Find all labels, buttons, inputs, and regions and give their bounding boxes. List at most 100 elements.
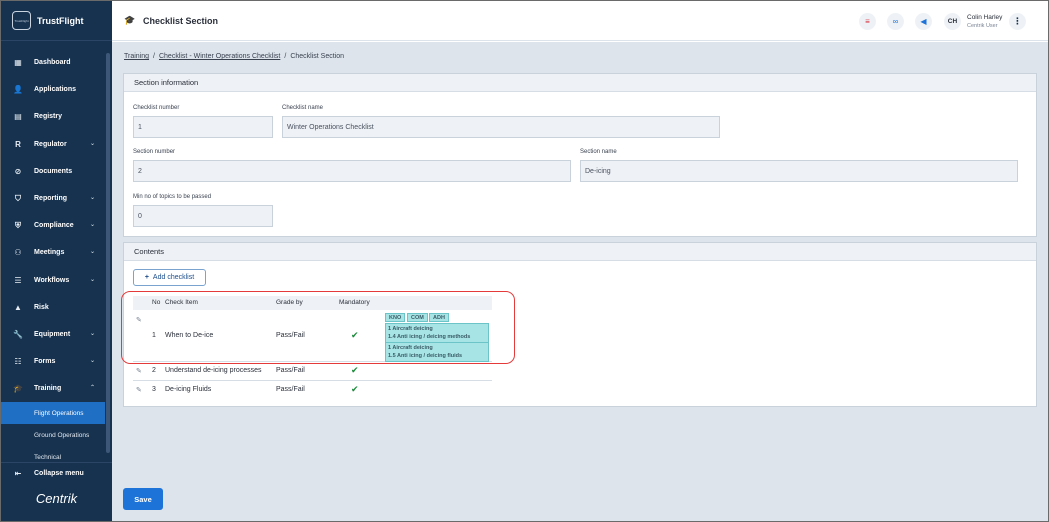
row-grade-by: Pass/Fail bbox=[276, 386, 305, 393]
dashboard-icon: ▦ bbox=[14, 58, 22, 68]
sidebar-item-equipment[interactable]: 🔧 Equipment ⌄ bbox=[1, 321, 105, 348]
row-no: 2 bbox=[152, 367, 156, 374]
user-icon: 👤 bbox=[13, 85, 23, 95]
section-information-card: Section information Checklist number 1 C… bbox=[123, 73, 1037, 237]
checklist-name-field[interactable]: Winter Operations Checklist bbox=[282, 116, 720, 138]
sidebar-subitem-ground-operations[interactable]: Ground Operations bbox=[1, 424, 105, 446]
shield-check-icon: ⛨ bbox=[15, 220, 21, 230]
breadcrumb-current: Checklist Section bbox=[290, 53, 345, 60]
chevron-down-icon: ⌄ bbox=[89, 249, 95, 256]
sidebar-item-dashboard[interactable]: ▦ Dashboard bbox=[1, 49, 105, 76]
competency-group: 1 Aircraft deicing 1.4 Anti icing / deic… bbox=[385, 323, 489, 343]
chevron-down-icon: ⌄ bbox=[89, 194, 95, 201]
avatar[interactable]: CH bbox=[944, 13, 961, 30]
centrik-logo: Centrik bbox=[35, 491, 78, 506]
sidebar-item-forms[interactable]: ☷ Forms ⌄ bbox=[1, 348, 105, 375]
row-grade-by: Pass/Fail bbox=[276, 332, 305, 339]
table-row[interactable]: ✎ 3 De-icing Fluids Pass/Fail ✔ bbox=[133, 381, 492, 400]
sidebar-item-risk[interactable]: ▲ Risk bbox=[1, 294, 105, 321]
nav-menu: ▦ Dashboard 👤 Applications ▤ Registry R Regu… bbox=[1, 49, 105, 468]
brand-name: TrustFlight bbox=[37, 15, 84, 26]
sidebar-item-training[interactable]: 🎓 Training ⌃ bbox=[1, 375, 105, 402]
row-no: 1 bbox=[152, 332, 156, 339]
graduation-cap-icon: 🎓 bbox=[124, 15, 136, 25]
min-topics-field[interactable]: 0 bbox=[133, 205, 273, 227]
sidebar-item-reporting[interactable]: ⛉ Reporting ⌄ bbox=[1, 185, 105, 212]
sidebar-item-workflows[interactable]: ☰ Workflows ⌄ bbox=[1, 267, 105, 294]
sidebar-item-registry[interactable]: ▤ Registry bbox=[1, 103, 105, 130]
sidebar-item-documents[interactable]: ⊘ Documents bbox=[1, 158, 105, 185]
check-icon: ✔ bbox=[351, 330, 359, 340]
row-grade-by: Pass/Fail bbox=[276, 367, 305, 374]
shield-icon: ⛉ bbox=[15, 193, 21, 203]
sidebar-item-applications[interactable]: 👤 Applications bbox=[1, 76, 105, 103]
row-check-item: When to De-ice bbox=[165, 332, 214, 339]
forms-icon: ☷ bbox=[14, 357, 22, 367]
contents-card: Contents + Add checklist No Check Item Gr… bbox=[123, 242, 1037, 407]
save-button[interactable]: Save bbox=[123, 488, 163, 510]
check-icon: ✔ bbox=[351, 365, 359, 375]
chevron-down-icon: ⌄ bbox=[89, 330, 95, 337]
chevron-down-icon: ⌄ bbox=[89, 140, 95, 147]
sidebar-scrollbar[interactable] bbox=[106, 53, 110, 453]
paperclip-icon: ⊘ bbox=[14, 166, 22, 176]
column-mandatory: Mandatory bbox=[339, 299, 370, 306]
edit-icon[interactable]: ✎ bbox=[136, 316, 142, 324]
breadcrumb-training[interactable]: Training bbox=[124, 53, 149, 60]
user-role: Centrik User bbox=[967, 23, 998, 29]
breadcrumb-checklist[interactable]: Checklist - Winter Operations Checklist bbox=[159, 53, 280, 60]
check-icon: ✔ bbox=[351, 384, 359, 394]
plus-icon: + bbox=[144, 274, 149, 281]
row-check-item: De-icing Fluids bbox=[165, 386, 212, 393]
tag-adh: ADH bbox=[429, 313, 449, 322]
brand[interactable]: TrustFlight TrustFlight bbox=[1, 1, 112, 41]
table-row[interactable]: ✎ 1 When to De-ice Pass/Fail ✔ KNO COM A… bbox=[133, 310, 492, 362]
layers-icon: ☰ bbox=[14, 275, 22, 285]
section-name-label: Section name bbox=[580, 149, 617, 155]
letter-r-icon: R bbox=[15, 139, 21, 149]
section-name-field[interactable]: De-icing bbox=[580, 160, 1018, 182]
edit-icon[interactable]: ✎ bbox=[136, 386, 142, 394]
collapse-menu-button[interactable]: ⇤ Collapse menu bbox=[1, 462, 112, 484]
section-number-label: Section number bbox=[133, 149, 176, 155]
brand-logo: TrustFlight bbox=[12, 11, 31, 30]
checklist-number-field[interactable]: 1 bbox=[133, 116, 273, 138]
column-grade-by: Grade by bbox=[276, 299, 303, 306]
top-bar: 🎓 Checklist Section ≡ ∞ ◀ CH Colin Harle… bbox=[112, 1, 1048, 41]
chevron-up-icon: ⌃ bbox=[89, 385, 95, 392]
book-icon: ▤ bbox=[14, 112, 22, 122]
row-no: 3 bbox=[152, 386, 156, 393]
page-title: Checklist Section bbox=[143, 16, 219, 26]
table-row[interactable]: ✎ 2 Understand de-icing processes Pass/F… bbox=[133, 362, 492, 381]
main-content: Training / Checklist - Winter Operations C… bbox=[112, 42, 1048, 521]
column-check-item: Check Item bbox=[165, 299, 198, 306]
checklist-name-label: Checklist name bbox=[282, 105, 324, 111]
collapse-icon: ⇤ bbox=[14, 469, 22, 478]
megaphone-icon[interactable]: ◀ bbox=[915, 13, 932, 30]
min-topics-label: Min no of topics to be passed bbox=[133, 194, 212, 200]
chevron-down-icon: ⌄ bbox=[89, 222, 95, 229]
link-icon[interactable]: ∞ bbox=[887, 13, 904, 30]
row-check-item: Understand de-icing processes bbox=[165, 367, 262, 374]
more-options-icon[interactable]: ⋮ bbox=[1009, 13, 1026, 30]
tag-kno: KNO bbox=[385, 313, 406, 322]
warning-icon: ▲ bbox=[14, 302, 22, 312]
section-number-field[interactable]: 2 bbox=[133, 160, 571, 182]
sidebar-subitem-flight-operations[interactable]: Flight Operations bbox=[1, 402, 105, 425]
sidebar: TrustFlight TrustFlight ▦ Dashboard 👤 Appl… bbox=[1, 1, 112, 521]
column-no: No bbox=[152, 299, 161, 306]
sidebar-item-compliance[interactable]: ⛨ Compliance ⌄ bbox=[1, 212, 105, 239]
sidebar-item-regulator[interactable]: R Regulator ⌄ bbox=[1, 131, 105, 158]
tag-com: COM bbox=[407, 313, 428, 322]
competency-group: 1 Aircraft deicing 1.5 Anti icing / deic… bbox=[385, 342, 489, 362]
section-information-heading: Section information bbox=[124, 74, 1036, 92]
database-icon[interactable]: ≡ bbox=[859, 13, 876, 30]
edit-icon[interactable]: ✎ bbox=[136, 367, 142, 375]
sidebar-item-meetings[interactable]: ⚇ Meetings ⌄ bbox=[1, 239, 105, 266]
user-name: Colin Harley bbox=[967, 14, 1003, 21]
add-checklist-button[interactable]: + Add checklist bbox=[133, 269, 206, 286]
chevron-down-icon: ⌄ bbox=[89, 276, 95, 283]
meetings-icon: ⚇ bbox=[14, 248, 22, 258]
breadcrumb: Training / Checklist - Winter Operations C… bbox=[124, 53, 345, 60]
graduation-cap-icon: 🎓 bbox=[13, 384, 23, 394]
